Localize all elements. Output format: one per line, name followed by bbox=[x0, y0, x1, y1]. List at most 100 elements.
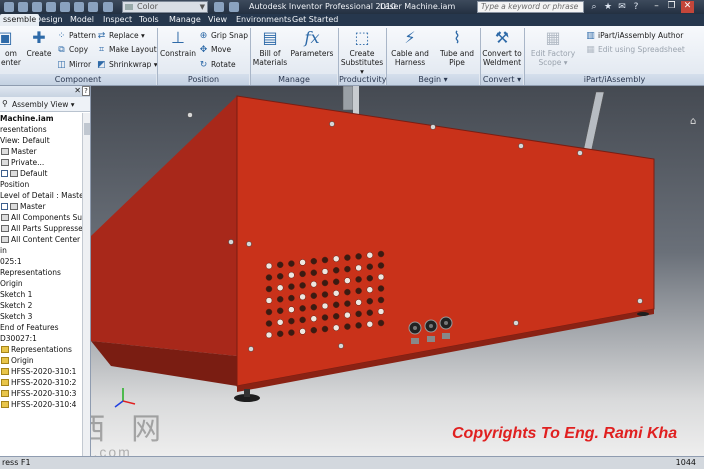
tree-node[interactable]: HFSS-2020-310:2 bbox=[0, 377, 82, 388]
group-title-begin[interactable]: Begin ▾ bbox=[387, 74, 479, 85]
assembly-view-dropdown[interactable]: Assembly View ▾ bbox=[12, 99, 75, 110]
tree-node[interactable]: Position bbox=[0, 179, 82, 190]
tree-node[interactable]: Master bbox=[0, 201, 82, 212]
cable-harness-button[interactable]: ⚡ Cable and Harness bbox=[389, 26, 431, 67]
project-icon[interactable] bbox=[214, 2, 224, 12]
communication-icon[interactable]: ✉ bbox=[616, 1, 628, 13]
undo-icon[interactable] bbox=[60, 2, 70, 12]
tree-node[interactable]: resentations bbox=[0, 124, 82, 135]
tree-node[interactable]: in bbox=[0, 245, 82, 256]
status-count: 1044 bbox=[675, 458, 696, 467]
app-menu-icon[interactable] bbox=[4, 2, 14, 12]
tree-node[interactable]: All Content Center Supp bbox=[0, 234, 90, 245]
help-icon[interactable] bbox=[229, 2, 239, 12]
create-component-button[interactable]: ✚ Create bbox=[23, 26, 55, 58]
ipart-author-icon: ▥ bbox=[586, 31, 595, 41]
tree-node[interactable]: Origin bbox=[0, 278, 82, 289]
tab-get-started[interactable]: Get Started bbox=[289, 14, 341, 26]
tab-model[interactable]: Model bbox=[67, 14, 97, 26]
filter-icon[interactable]: ⚲ bbox=[2, 99, 8, 108]
open-icon[interactable] bbox=[32, 2, 42, 12]
tree-node-root[interactable]: Machine.iam bbox=[0, 113, 82, 124]
ipart-author-button[interactable]: ▥ iPart/iAssembly Author bbox=[585, 30, 683, 42]
tab-manage[interactable]: Manage bbox=[166, 14, 204, 26]
rotate-button[interactable]: ↻ Rotate bbox=[198, 59, 236, 71]
tab-inspect[interactable]: Inspect bbox=[100, 14, 135, 26]
tree-node[interactable]: All Parts Suppressed bbox=[0, 223, 88, 234]
tree-node[interactable]: Master bbox=[0, 146, 82, 157]
close-icon[interactable]: ✕ bbox=[74, 86, 81, 95]
tree-node[interactable]: Representations bbox=[0, 267, 82, 278]
make-layout-button[interactable]: ⌗ Make Layout bbox=[96, 44, 157, 56]
tab-design[interactable]: Design bbox=[32, 14, 66, 26]
weld-label-2: Weldment bbox=[482, 58, 522, 67]
vent-hole bbox=[321, 268, 329, 275]
search-input[interactable]: Type a keyword or phrase bbox=[477, 1, 584, 13]
new-icon[interactable] bbox=[18, 2, 28, 12]
tab-view[interactable]: View bbox=[205, 14, 230, 26]
tree-node[interactable]: Origin bbox=[0, 355, 82, 366]
edit-spreadsheet-button[interactable]: ▦ Edit using Spreadsheet bbox=[585, 44, 685, 56]
shrinkwrap-button[interactable]: ◩ Shrinkwrap ▾ bbox=[96, 59, 157, 71]
tree-node[interactable]: View: Default bbox=[0, 135, 82, 146]
grip-snap-button[interactable]: ⊕ Grip Snap bbox=[198, 30, 248, 42]
vent-hole bbox=[332, 313, 340, 320]
tab-tools[interactable]: Tools bbox=[136, 14, 162, 26]
parameters-button[interactable]: fx Parameters bbox=[290, 26, 334, 58]
help-question-icon[interactable]: ? bbox=[82, 86, 90, 96]
viewcube-icon[interactable]: ⌂ bbox=[690, 116, 704, 138]
tree-node[interactable]: Private... bbox=[0, 157, 82, 168]
tree-node[interactable]: Sketch 3 bbox=[0, 311, 82, 322]
scrollbar-thumb[interactable] bbox=[84, 123, 90, 135]
watermark-site: www.3dmox.com bbox=[91, 444, 132, 456]
help-question-icon[interactable]: ? bbox=[630, 1, 642, 13]
vent-hole bbox=[366, 309, 374, 316]
tree-node[interactable]: All Components Suppre bbox=[0, 212, 90, 223]
vent-hole bbox=[366, 320, 374, 328]
redo-icon[interactable] bbox=[74, 2, 84, 12]
tree-node[interactable]: Default bbox=[0, 168, 82, 179]
bill-of-materials-button[interactable]: ▤ Bill of Materials bbox=[252, 26, 288, 67]
assembly-view-label: Assembly View bbox=[12, 100, 69, 109]
tree-node[interactable]: 025:1 bbox=[0, 256, 82, 267]
save-icon[interactable] bbox=[46, 2, 56, 12]
place-component-button[interactable]: ▣ om enter bbox=[0, 26, 22, 67]
tree-node[interactable]: Representations bbox=[0, 344, 82, 355]
tube-pipe-button[interactable]: ⌇ Tube and Pipe bbox=[436, 26, 478, 67]
maximize-icon[interactable]: ❐ bbox=[665, 1, 678, 13]
replace-button[interactable]: ⇄ Replace ▾ bbox=[96, 30, 145, 42]
close-icon[interactable]: ✕ bbox=[681, 1, 694, 13]
color-combo[interactable]: Color ▼ bbox=[122, 1, 208, 13]
binoculars-icon[interactable]: ⌕ bbox=[588, 1, 600, 13]
copy-button[interactable]: ⧉ Copy bbox=[56, 44, 88, 56]
pattern-button[interactable]: ⁘ Pattern bbox=[56, 30, 96, 42]
cable-label-2: Harness bbox=[394, 58, 426, 67]
select-icon[interactable] bbox=[88, 2, 98, 12]
graphics-viewport[interactable]: ⌂ 三 西 网 www.3dmox.com Copyrights To Eng.… bbox=[91, 86, 704, 456]
create-substitutes-button[interactable]: ⬚ Create Substitutes ▾ bbox=[340, 26, 384, 76]
browser-scrollbar[interactable] bbox=[82, 113, 90, 456]
constrain-button[interactable]: ⊥ Constrain bbox=[159, 26, 197, 58]
tree-node[interactable]: D30027:1 bbox=[0, 333, 82, 344]
vent-hole bbox=[355, 310, 362, 318]
convert-weldment-button[interactable]: ⚒ Convert to Weldment bbox=[481, 26, 523, 67]
tree-node[interactable]: HFSS-2020-310:1 bbox=[0, 366, 82, 377]
tree-node[interactable]: Level of Detail : Master bbox=[0, 190, 87, 201]
tree-node[interactable]: HFSS-2020-310:3 bbox=[0, 388, 82, 399]
update-icon[interactable] bbox=[103, 2, 113, 12]
vent-hole bbox=[344, 265, 351, 273]
tube-label-2: Pipe bbox=[449, 58, 465, 67]
tree-node[interactable]: End of Features bbox=[0, 322, 82, 333]
edit-factory-scope-button[interactable]: ▦ Edit Factory Scope ▾ bbox=[526, 26, 580, 67]
laser-machine-model[interactable] bbox=[91, 86, 704, 456]
tree-node[interactable]: Sketch 2 bbox=[0, 300, 82, 311]
group-title-convert[interactable]: Convert ▾ bbox=[481, 74, 523, 85]
tree-node[interactable]: HFSS-2020-310:4 bbox=[0, 399, 82, 410]
subscription-icon[interactable]: ★ bbox=[602, 1, 614, 13]
move-button[interactable]: ✥ Move bbox=[198, 44, 231, 56]
vent-hole bbox=[366, 274, 374, 282]
mirror-button[interactable]: ◫ Mirror bbox=[56, 59, 91, 71]
minimize-icon[interactable]: – bbox=[650, 1, 663, 13]
tree-node[interactable]: Sketch 1 bbox=[0, 289, 82, 300]
tab-environments[interactable]: Environments bbox=[233, 14, 294, 26]
